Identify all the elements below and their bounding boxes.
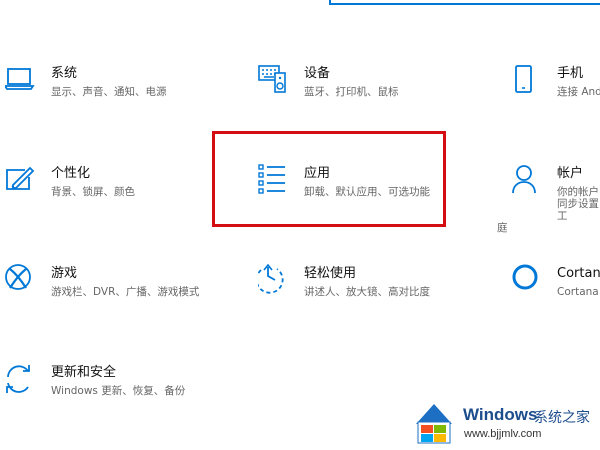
tile-title: 系统 xyxy=(51,66,78,81)
tile-desc-line: 庭 xyxy=(497,222,508,234)
ease-of-access-icon xyxy=(258,264,292,298)
tile-desc: 显示、声音、通知、电源 xyxy=(51,86,167,98)
watermark: Windows 系统之家 www.bjjmlv.com xyxy=(410,398,600,450)
watermark-url: www.bjjmlv.com xyxy=(464,428,542,440)
tile-title: 游戏 xyxy=(51,266,78,281)
watermark-brand: Windows xyxy=(463,405,538,424)
highlight-box xyxy=(212,131,446,227)
tile-desc: 连接 Andr xyxy=(557,86,600,98)
tile-title: Cortana xyxy=(557,266,600,281)
xbox-icon xyxy=(5,264,39,298)
cortana-icon xyxy=(512,264,546,298)
phone-icon xyxy=(512,64,546,98)
person-icon xyxy=(512,164,546,198)
tile-title: 设备 xyxy=(304,66,331,81)
windows-logo-icon xyxy=(412,400,456,444)
update-sync-icon xyxy=(5,363,39,397)
search-box[interactable] xyxy=(329,0,600,5)
tile-title: 个性化 xyxy=(51,166,91,181)
paint-pen-icon xyxy=(5,164,39,198)
tile-title: 手机 xyxy=(557,66,584,81)
tile-desc: 蓝牙、打印机、鼠标 xyxy=(304,86,399,98)
tile-title: 更新和安全 xyxy=(51,365,117,380)
tile-desc: Cortana 语 xyxy=(557,286,600,298)
tile-desc: 游戏栏、DVR、广播、游戏模式 xyxy=(51,286,200,298)
tile-desc: 讲述人、放大镜、高对比度 xyxy=(304,286,430,298)
keyboard-speaker-icon xyxy=(258,64,292,98)
tile-title: 帐户 xyxy=(557,166,584,181)
watermark-subtitle: 系统之家 xyxy=(534,410,590,426)
tile-title: 轻松使用 xyxy=(304,266,357,281)
tile-desc: Windows 更新、恢复、备份 xyxy=(51,385,186,397)
tile-desc: 背景、锁屏、颜色 xyxy=(51,186,135,198)
tile-desc-line: 工 xyxy=(557,210,568,222)
laptop-icon xyxy=(5,64,39,98)
